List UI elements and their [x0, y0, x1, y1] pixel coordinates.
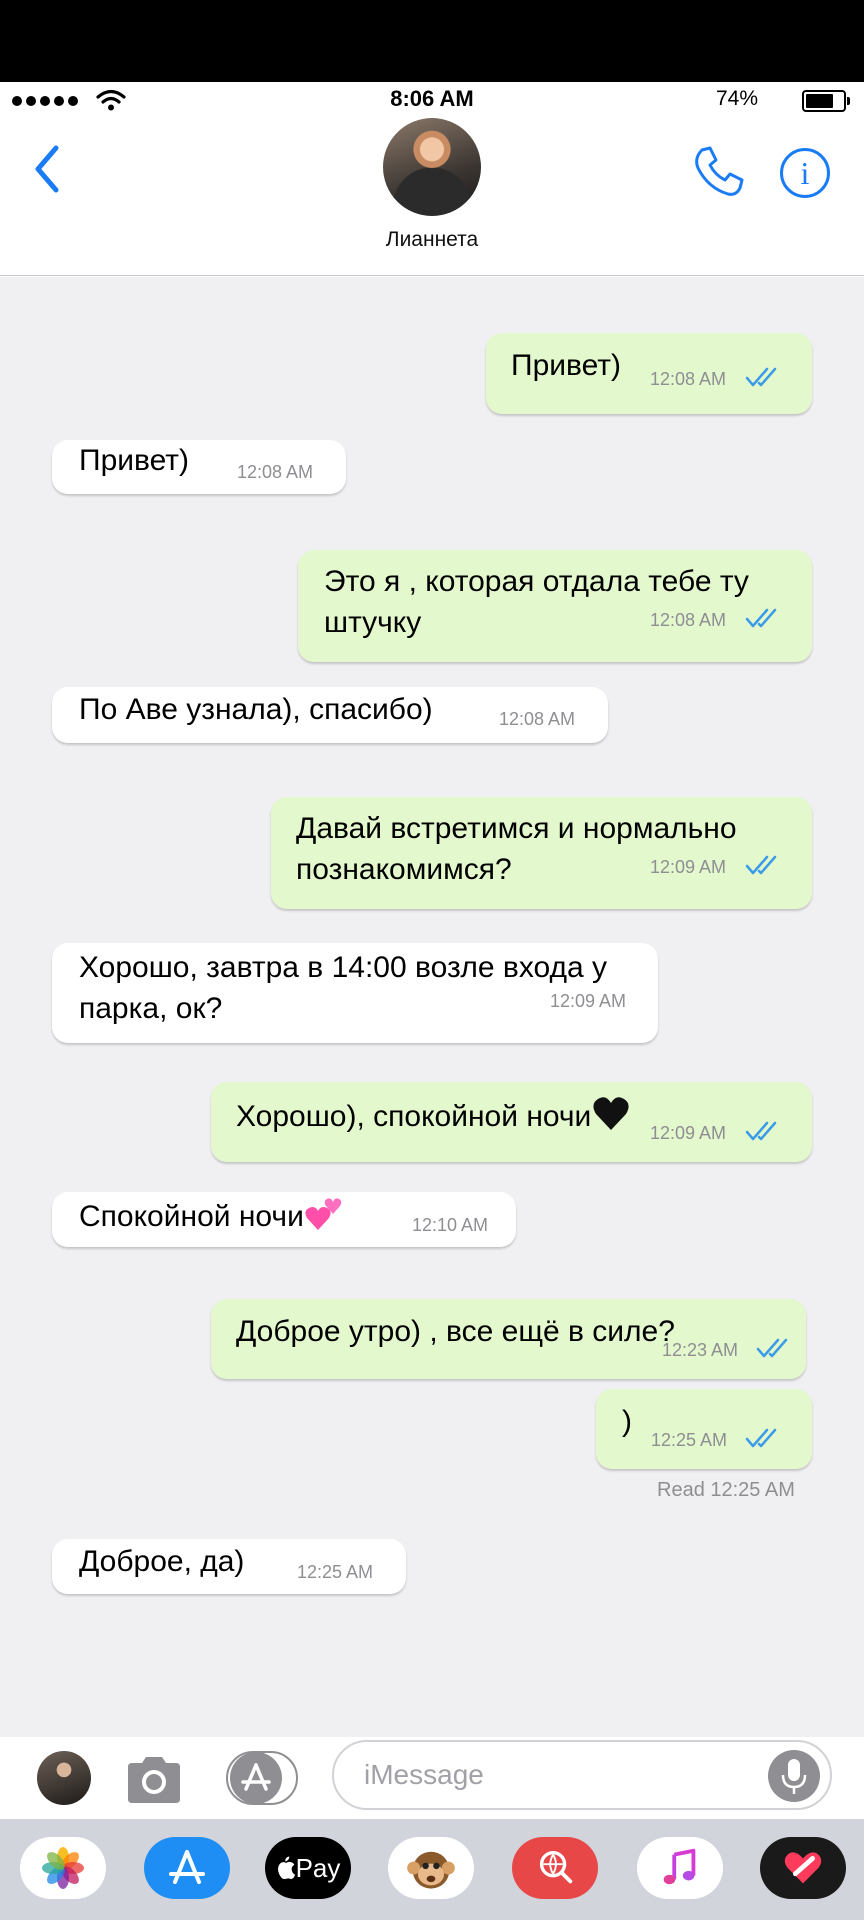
music-icon[interactable] — [637, 1837, 723, 1899]
message-bubble-outgoing[interactable]: Доброе утро) , все ещё в силе? 12:23 AM — [211, 1299, 806, 1379]
microphone-icon[interactable] — [768, 1750, 820, 1802]
message-text: Спокойной ночи — [79, 1194, 344, 1237]
battery-fill — [806, 94, 833, 108]
message-input-placeholder: iMessage — [364, 1759, 484, 1790]
phone-icon[interactable] — [690, 144, 746, 200]
message-text-content: Хорошо), спокойной ночи — [236, 1100, 592, 1133]
compose-bar: iMessage — [0, 1737, 864, 1819]
message-bubble-incoming[interactable]: Спокойной ночи 12:10 AM — [52, 1192, 516, 1247]
black-heart-emoji-icon — [593, 1097, 629, 1130]
message-time: 12:10 AM — [412, 1215, 489, 1235]
battery-percent: 74% — [715, 87, 758, 110]
message-bubble-outgoing[interactable]: Привет) 12:08 AM — [486, 333, 812, 414]
message-time: 12:25 AM — [651, 1430, 728, 1450]
contact-avatar[interactable] — [383, 118, 481, 216]
top-black-bar — [0, 0, 864, 82]
message-time: 12:23 AM — [662, 1340, 739, 1360]
contact-name[interactable]: Лианнета — [0, 228, 864, 252]
message-time: 12:08 AM — [650, 610, 727, 630]
memoji-avatar[interactable] — [37, 1751, 91, 1805]
digital-touch-icon[interactable] — [760, 1837, 846, 1899]
message-bubble-outgoing[interactable]: Давай встретимся и нормально познакомимс… — [271, 797, 812, 909]
double-check-icon — [745, 1121, 777, 1141]
message-time: 12:09 AM — [650, 1123, 727, 1143]
message-time: 12:08 AM — [237, 462, 314, 482]
message-bubble-outgoing[interactable]: Это я , которая отдала тебе ту штучку 12… — [298, 550, 812, 662]
message-bubble-outgoing[interactable]: ) 12:25 AM — [596, 1389, 812, 1469]
message-text: По Аве узнала), спасибо) — [79, 693, 433, 726]
conversation-header: Лианнета i — [0, 118, 864, 276]
animoji-icon[interactable] — [388, 1837, 474, 1899]
message-time: 12:25 AM — [297, 1562, 374, 1582]
message-bubble-incoming[interactable]: Привет) 12:08 AM — [52, 440, 346, 494]
apple-pay-icon[interactable]: Pay — [265, 1837, 351, 1899]
double-check-icon — [745, 855, 777, 875]
read-receipt: Read 12:25 AM — [657, 1479, 795, 1501]
double-check-icon — [745, 1428, 777, 1448]
message-text: Привет) — [511, 349, 622, 382]
message-text: Доброе утро) , все ещё в силе? — [236, 1315, 675, 1348]
app-drawer-dock: Pay — [0, 1819, 864, 1920]
message-bubble-incoming[interactable]: Доброе, да) 12:25 AM — [52, 1539, 406, 1594]
apple-pay-label: Pay — [295, 1852, 341, 1883]
message-bubble-incoming[interactable]: Хорошо, завтра в 14:00 возле входа у пар… — [52, 943, 658, 1043]
message-time: 12:09 AM — [650, 857, 727, 877]
message-text: Хорошо), спокойной ночи — [236, 1094, 631, 1137]
message-bubble-incoming[interactable]: По Аве узнала), спасибо) 12:08 AM — [52, 687, 608, 743]
apple-logo-icon — [277, 1856, 295, 1880]
search-images-icon[interactable] — [512, 1837, 598, 1899]
two-hearts-emoji-icon — [305, 1198, 342, 1230]
double-check-icon — [756, 1338, 788, 1358]
message-text: ) — [622, 1405, 632, 1438]
app-store-icon[interactable] — [144, 1837, 230, 1899]
double-check-icon — [745, 367, 777, 387]
message-text: Доброе, да) — [79, 1545, 245, 1578]
message-text-content: Спокойной ночи — [79, 1200, 304, 1233]
info-icon[interactable]: i — [780, 148, 830, 198]
status-bar: 8:06 AM 74% — [0, 82, 864, 118]
message-thread: Привет) 12:08 AM Привет) 12:08 AM Это я … — [0, 277, 864, 1737]
message-time: 12:09 AM — [550, 991, 627, 1011]
message-text: Хорошо, завтра в 14:00 возле входа у пар… — [79, 951, 608, 1025]
double-check-icon — [745, 608, 777, 628]
back-chevron-icon[interactable] — [26, 140, 66, 198]
message-text: Привет) — [79, 444, 190, 477]
app-store-drawer-icon[interactable] — [226, 1751, 298, 1805]
camera-icon[interactable] — [124, 1753, 184, 1805]
message-bubble-outgoing[interactable]: Хорошо), спокойной ночи 12:09 AM — [211, 1082, 812, 1162]
photos-icon[interactable] — [20, 1837, 106, 1899]
message-input[interactable]: iMessage — [332, 1740, 832, 1810]
battery-icon — [802, 90, 850, 112]
message-time: 12:08 AM — [650, 369, 727, 389]
message-time: 12:08 AM — [499, 709, 576, 729]
